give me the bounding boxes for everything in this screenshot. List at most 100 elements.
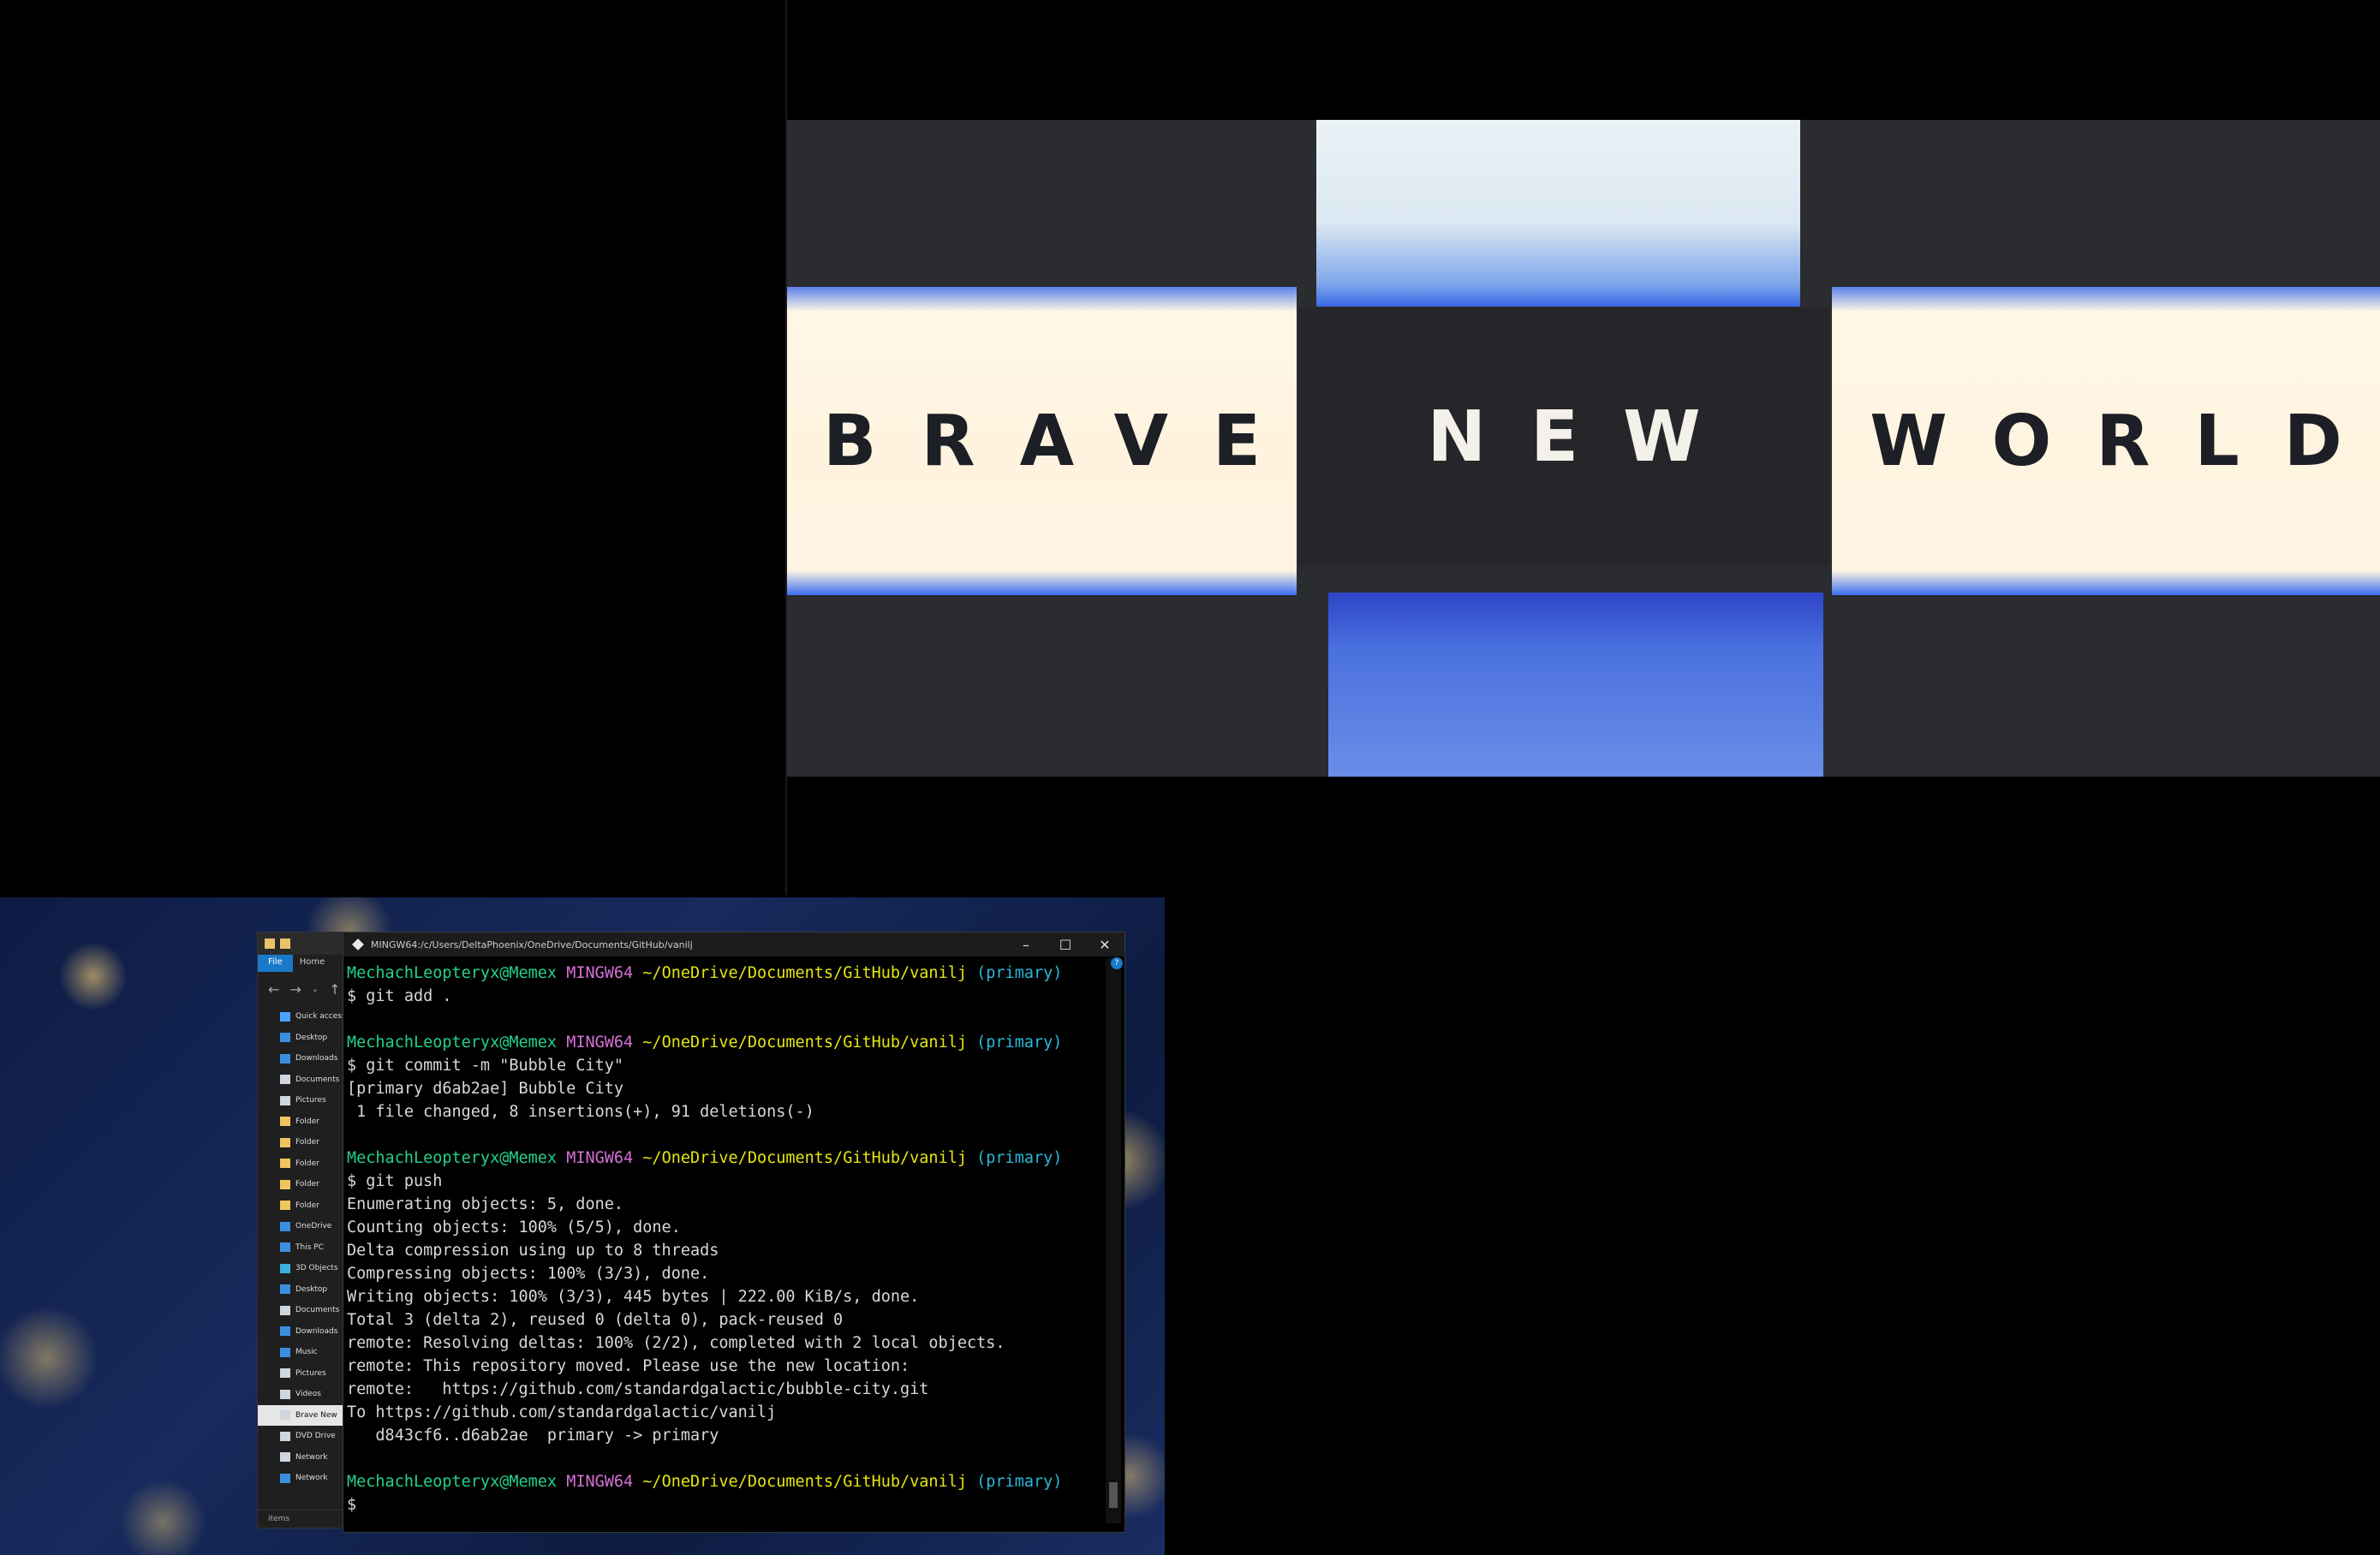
explorer-status-bar: items [258, 1510, 352, 1528]
input-prompt: $ [347, 1496, 357, 1514]
nav-tree-item[interactable]: Downloads [258, 1321, 352, 1343]
nav-tree-item[interactable]: This PC [258, 1237, 352, 1259]
nav-tree-item[interactable]: Downloads [258, 1048, 352, 1069]
prompt-path: ~/OneDrive/Documents/GitHub/vanilj [642, 1149, 967, 1167]
prompt-env: MINGW64 [566, 1149, 634, 1167]
nav-tree-item[interactable]: Folder [258, 1195, 352, 1217]
nav-tree-item[interactable]: Documents [258, 1069, 352, 1091]
desktop-icon [280, 1284, 290, 1295]
prompt-branch: (primary) [976, 1034, 1063, 1052]
nav-tree-label: Folder [295, 1117, 319, 1126]
ribbon-tab-home[interactable]: Home [293, 955, 332, 972]
nav-tree-item[interactable]: Folder [258, 1132, 352, 1153]
command-line: $ git add . [347, 987, 452, 1005]
star-icon [280, 1011, 290, 1022]
folder-icon [280, 1117, 290, 1127]
git-bash-terminal[interactable]: MINGW64:/c/Users/DeltaPhoenix/OneDrive/D… [343, 932, 1125, 1533]
prompt-env: MINGW64 [566, 1034, 634, 1052]
nav-tree-item[interactable]: Pictures [258, 1363, 352, 1385]
picture-icon [280, 1095, 290, 1105]
picture-icon [280, 1368, 290, 1379]
command-line: $ git push [347, 1172, 443, 1190]
nav-tree-item[interactable]: Videos [258, 1384, 352, 1405]
terminal-output[interactable]: MechachLeopteryx@Memex MINGW64 ~/OneDriv… [345, 958, 1102, 1523]
cube-icon [280, 1263, 290, 1273]
prompt-path: ~/OneDrive/Documents/GitHub/vanilj [642, 1473, 967, 1491]
nav-tree-item[interactable]: Quick access [258, 1006, 352, 1028]
file-explorer-window[interactable]: File Home ← → ⌄ ↑ Quick access Desktop Dow… [257, 932, 353, 1528]
navigation-tree: Quick access Desktop Downloads Documents Pic… [258, 1006, 352, 1489]
nav-tree-item[interactable]: Documents [258, 1300, 352, 1321]
help-icon[interactable]: ? [1111, 957, 1123, 969]
terminal-titlebar: MINGW64:/c/Users/DeltaPhoenix/OneDrive/D… [343, 932, 1124, 956]
bottom-light-block [1328, 593, 1823, 777]
nav-tree-label: OneDrive [295, 1222, 332, 1231]
nav-tree-item[interactable]: Network [258, 1468, 352, 1489]
minimize-button[interactable]: – [1006, 937, 1046, 953]
drive-icon [280, 1452, 290, 1463]
prompt-branch: (primary) [976, 1473, 1063, 1491]
prompt-user: MechachLeopteryx@Memex [347, 964, 558, 982]
nav-tree-label: Desktop [295, 1284, 328, 1294]
nav-tree-item[interactable]: Brave New [258, 1404, 352, 1426]
nav-tree-item[interactable]: OneDrive [258, 1216, 352, 1237]
chevron-down-icon[interactable]: ⌄ [312, 985, 319, 994]
git-bash-icon [352, 938, 364, 950]
center-dark-panel: NEW [1298, 308, 1829, 565]
ribbon-tab-file[interactable]: File [258, 955, 293, 972]
nav-tree-label: Videos [295, 1390, 321, 1399]
nav-tree-item[interactable]: Desktop [258, 1279, 352, 1301]
nav-tree-item[interactable]: Network [258, 1447, 352, 1469]
video-frame: BRAVE NEW WORLD [787, 120, 2380, 777]
word-world: WORLD [1870, 400, 2380, 482]
nav-tree-label: Desktop [295, 1033, 328, 1042]
nav-tree-item[interactable]: Music [258, 1342, 352, 1363]
command-line: $ git commit -m "Bubble City" [347, 1057, 624, 1075]
output-line: remote: This repository moved. Please us… [347, 1357, 910, 1375]
prompt-line: MechachLeopteryx@Memex MINGW64 ~/OneDriv… [347, 1031, 1101, 1054]
nav-tree-item[interactable]: Folder [258, 1174, 352, 1195]
right-light-panel: WORLD [1832, 287, 2380, 595]
disc-icon [280, 1431, 290, 1441]
word-new: NEW [1427, 396, 1745, 478]
prompt-env: MINGW64 [566, 964, 634, 982]
terminal-scrollbar[interactable] [1106, 958, 1121, 1523]
prompt-user: MechachLeopteryx@Memex [347, 1034, 558, 1052]
download-icon [280, 1326, 290, 1337]
drive-icon [280, 1410, 290, 1421]
close-button[interactable]: ✕ [1085, 937, 1124, 953]
back-arrow-icon[interactable]: ← [268, 981, 279, 998]
folder-icon [280, 1159, 290, 1169]
output-line: To https://github.com/standardgalactic/v… [347, 1403, 777, 1421]
up-arrow-icon[interactable]: ↑ [329, 981, 340, 998]
nav-tree-item[interactable]: Folder [258, 1153, 352, 1175]
nav-tree-item[interactable]: Desktop [258, 1028, 352, 1049]
prompt-line: MechachLeopteryx@Memex MINGW64 ~/OneDriv… [347, 1470, 1101, 1493]
top-light-block [1316, 120, 1800, 307]
output-line: Writing objects: 100% (3/3), 445 bytes |… [347, 1288, 920, 1306]
prompt-env: MINGW64 [566, 1473, 634, 1491]
nav-tree-label: Network [295, 1452, 328, 1462]
terminal-title: MINGW64:/c/Users/DeltaPhoenix/OneDrive/D… [371, 938, 693, 950]
output-line: [primary d6ab2ae] Bubble City [347, 1080, 624, 1098]
nav-tree-label: Music [295, 1348, 318, 1357]
maximize-button[interactable]: ☐ [1046, 937, 1085, 953]
explorer-ribbon: File Home [258, 955, 352, 972]
output-line: Enumerating objects: 5, done. [347, 1195, 624, 1213]
nav-tree-item[interactable]: Pictures [258, 1090, 352, 1111]
nav-tree-label: Downloads [295, 1326, 338, 1336]
nav-tree-item[interactable]: Folder [258, 1111, 352, 1133]
nav-tree-label: Folder [295, 1201, 319, 1210]
scrollbar-thumb[interactable] [1109, 1482, 1118, 1508]
prompt-line: MechachLeopteryx@Memex MINGW64 ~/OneDriv… [347, 962, 1101, 985]
nav-tree-item[interactable]: DVD Drive [258, 1426, 352, 1447]
prompt-branch: (primary) [976, 1149, 1063, 1167]
word-brave: BRAVE [823, 400, 1306, 482]
nav-tree-label: This PC [295, 1242, 324, 1252]
forward-arrow-icon[interactable]: → [289, 981, 301, 998]
nav-tree-item[interactable]: 3D Objects [258, 1258, 352, 1279]
nav-tree-label: Pictures [295, 1368, 326, 1378]
nav-tree-label: Brave New [295, 1410, 337, 1420]
